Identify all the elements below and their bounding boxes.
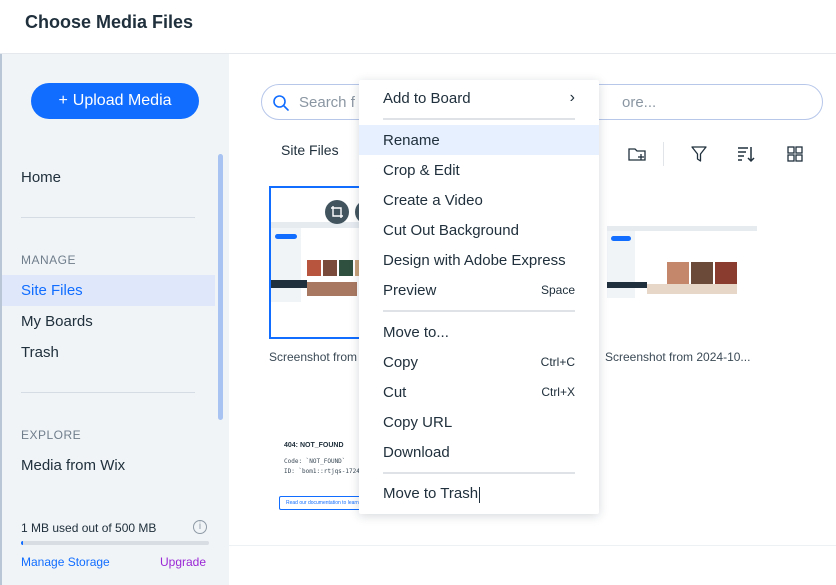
sidebar-scrollbar[interactable] xyxy=(218,154,223,420)
menu-item-shortcut: Space xyxy=(540,283,575,297)
footer-divider xyxy=(229,545,836,546)
manage-storage-link[interactable]: Manage Storage xyxy=(21,555,110,569)
manage-section-label: MANAGE xyxy=(21,253,77,267)
search-placeholder-end: ore... xyxy=(622,94,657,111)
menu-item-download[interactable]: Download xyxy=(359,437,599,467)
menu-item-label: Copy xyxy=(383,353,419,371)
sidebar-item-label: Home xyxy=(21,169,62,186)
menu-item-label: Move to Trash xyxy=(383,485,479,503)
menu-item-label: Crop & Edit xyxy=(383,161,460,179)
info-icon[interactable]: i xyxy=(193,520,207,534)
menu-item-label: Design with Adobe Express xyxy=(383,251,566,269)
menu-item-adobe-express[interactable]: Design with Adobe Express xyxy=(359,245,599,275)
upgrade-link[interactable]: Upgrade xyxy=(160,555,206,569)
page-title: Choose Media Files xyxy=(25,12,194,32)
add-folder-icon[interactable] xyxy=(627,144,647,164)
menu-item-label: Move to... xyxy=(383,323,449,341)
sidebar-item-label: Trash xyxy=(21,344,59,361)
sidebar-divider xyxy=(21,217,195,218)
media-card-label: Screenshot from 2024-10... xyxy=(605,350,751,364)
menu-item-label: Download xyxy=(383,443,450,461)
menu-item-crop-edit[interactable]: Crop & Edit xyxy=(359,155,599,185)
sidebar-item-label: Site Files xyxy=(21,282,83,299)
menu-divider xyxy=(383,118,575,120)
crop-icon xyxy=(331,206,343,218)
crop-button[interactable] xyxy=(325,200,349,224)
menu-item-shortcut: Ctrl+X xyxy=(541,385,575,399)
menu-item-add-to-board[interactable]: Add to Board › xyxy=(359,83,599,113)
header: Choose Media Files xyxy=(0,0,836,54)
media-card-label: Screenshot from xyxy=(269,350,358,364)
storage-usage-text: 1 MB used out of 500 MB xyxy=(21,521,157,535)
menu-item-shortcut: Ctrl+C xyxy=(540,355,575,369)
sidebar-item-home[interactable]: Home xyxy=(2,162,215,193)
media-thumbnail[interactable] xyxy=(607,226,757,298)
chevron-right-icon: › xyxy=(569,89,575,106)
sidebar-item-site-files[interactable]: Site Files xyxy=(2,275,215,306)
search-icon xyxy=(273,95,289,111)
error-code-line: Code: `NOT_FOUND` xyxy=(284,458,346,465)
breadcrumb[interactable]: Site Files xyxy=(281,142,339,158)
upload-media-label: Upload Media xyxy=(72,92,172,109)
menu-item-label: Preview xyxy=(383,281,437,299)
sidebar-item-media-from-wix[interactable]: Media from Wix xyxy=(2,450,215,481)
menu-item-preview[interactable]: Preview Space xyxy=(359,275,599,305)
toolbar-divider xyxy=(663,142,664,166)
text-cursor xyxy=(479,486,481,503)
context-menu: Add to Board › Rename Crop & Edit Create… xyxy=(359,80,599,514)
menu-divider xyxy=(383,472,575,474)
explore-section-label: EXPLORE xyxy=(21,428,82,442)
menu-item-copy-url[interactable]: Copy URL xyxy=(359,407,599,437)
plus-icon: + xyxy=(58,92,68,109)
storage-progress-bar xyxy=(21,541,209,545)
sidebar-item-trash[interactable]: Trash xyxy=(2,337,215,368)
menu-item-cut[interactable]: Cut Ctrl+X xyxy=(359,377,599,407)
sort-icon[interactable] xyxy=(736,144,756,164)
menu-item-cut-out-background[interactable]: Cut Out Background xyxy=(359,215,599,245)
menu-item-label: Cut Out Background xyxy=(383,221,519,239)
sidebar-item-my-boards[interactable]: My Boards xyxy=(2,306,215,337)
menu-divider xyxy=(383,310,575,312)
menu-item-move-to[interactable]: Move to... xyxy=(359,317,599,347)
grid-view-icon[interactable] xyxy=(785,144,805,164)
sidebar-divider xyxy=(21,392,195,393)
storage-progress-fill xyxy=(21,541,23,545)
menu-item-label: Cut xyxy=(383,383,407,401)
menu-item-label: Rename xyxy=(383,131,440,149)
filter-icon[interactable] xyxy=(689,144,709,164)
sidebar: + Upload Media Home MANAGE Site Files My… xyxy=(2,54,229,585)
menu-item-label: Add to Board xyxy=(383,89,471,107)
sidebar-item-label: My Boards xyxy=(21,313,93,330)
error-title: 404: NOT_FOUND xyxy=(284,442,344,449)
menu-item-rename[interactable]: Rename xyxy=(359,125,599,155)
menu-item-create-video[interactable]: Create a Video xyxy=(359,185,599,215)
menu-item-move-to-trash[interactable]: Move to Trash xyxy=(359,479,599,509)
search-placeholder: Search f xyxy=(299,94,355,111)
upload-media-button[interactable]: + Upload Media xyxy=(31,83,199,119)
menu-item-copy[interactable]: Copy Ctrl+C xyxy=(359,347,599,377)
menu-item-label: Copy URL xyxy=(383,413,453,431)
sidebar-item-label: Media from Wix xyxy=(21,457,126,474)
menu-item-label: Create a Video xyxy=(383,191,483,209)
